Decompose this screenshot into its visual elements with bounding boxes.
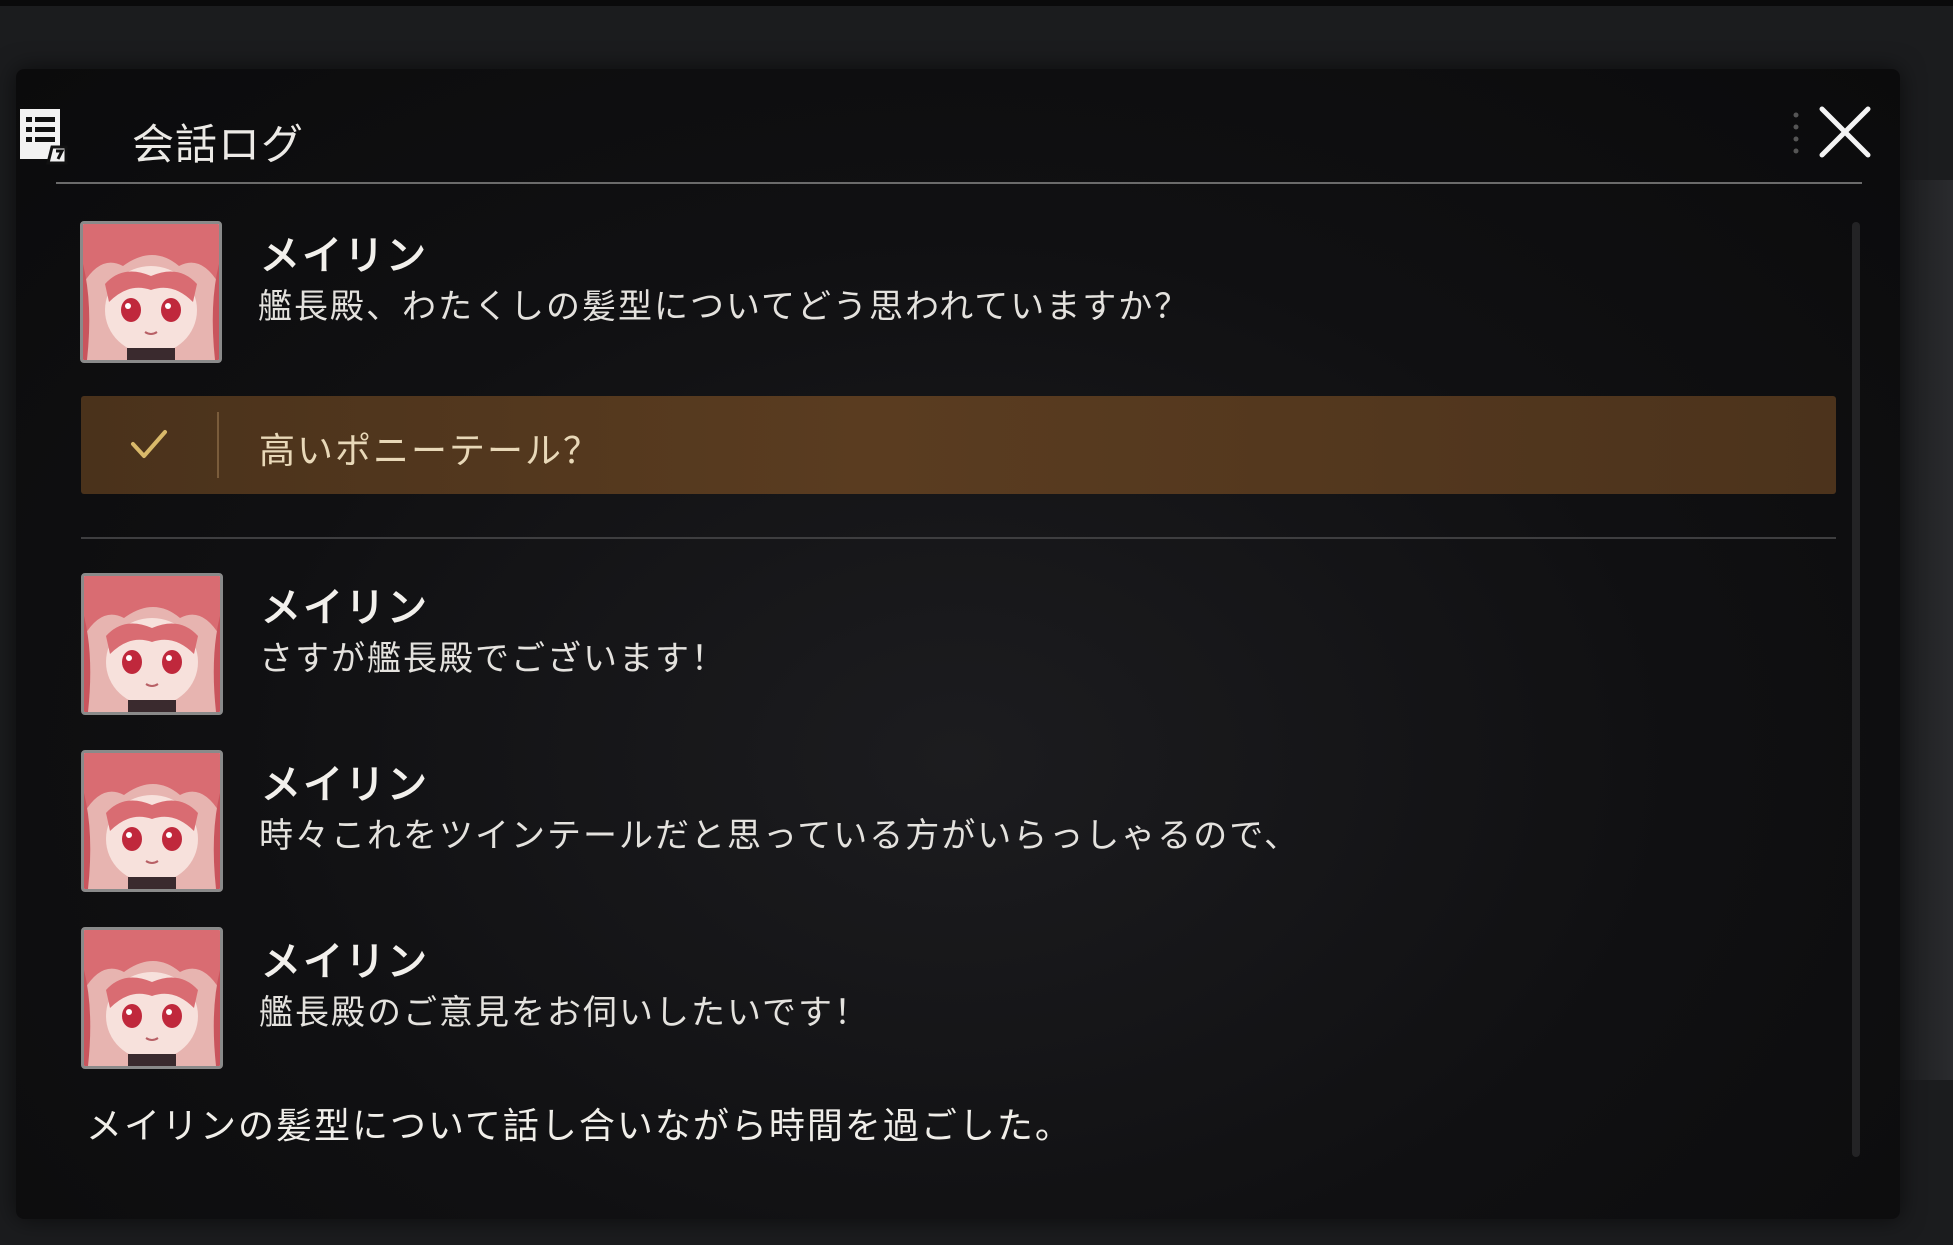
scrollbar[interactable] [1852, 222, 1860, 1157]
log-entry: メイリン 艦長殿、わたくしの髪型についてどう思われていますか？ [80, 221, 1780, 363]
narration-text: メイリンの髪型について話し合いながら時間を過ごした。 [86, 1106, 1073, 1147]
drag-handle-icon[interactable] [1791, 109, 1801, 157]
avatar [80, 221, 222, 363]
avatar [81, 750, 223, 892]
window-title: 会話ログ [132, 120, 305, 169]
dialogue-text: 艦長殿のご意見をお伺いしたいです！ [259, 993, 870, 1033]
avatar [81, 573, 223, 715]
log-entry: メイリン 時々これをツインテールだと思っている方がいらっしゃるので、 [81, 750, 1781, 892]
background-edge [1900, 180, 1953, 1080]
speaker-name: メイリン [261, 585, 429, 631]
choice-divider [217, 412, 219, 478]
selected-choice[interactable]: 高いポニーテール？ [81, 396, 1836, 494]
meilin-portrait-icon [84, 753, 220, 889]
log-entry: メイリン さすが艦長殿でございます！ [81, 573, 1781, 715]
avatar [81, 927, 223, 1069]
section-divider [81, 537, 1836, 539]
check-icon [131, 430, 167, 458]
dialogue-text: 時々これをツインテールだと思っている方がいらっしゃるので、 [259, 816, 1300, 856]
close-icon[interactable] [1812, 99, 1878, 165]
dialogue-text: さすが艦長殿でございます！ [259, 639, 727, 679]
choice-label: 高いポニーテール？ [259, 431, 602, 472]
dialogue-text: 艦長殿、わたくしの髪型についてどう思われていますか？ [258, 287, 1191, 327]
header-divider [56, 182, 1862, 184]
log-document-icon [20, 109, 68, 165]
top-edge [0, 0, 1953, 6]
meilin-portrait-icon [84, 576, 220, 712]
log-entry: メイリン 艦長殿のご意見をお伺いしたいです！ [81, 927, 1781, 1069]
speaker-name: メイリン [260, 233, 428, 279]
meilin-portrait-icon [84, 930, 220, 1066]
speaker-name: メイリン [261, 939, 429, 985]
meilin-portrait-icon [83, 224, 219, 360]
speaker-name: メイリン [261, 762, 429, 808]
